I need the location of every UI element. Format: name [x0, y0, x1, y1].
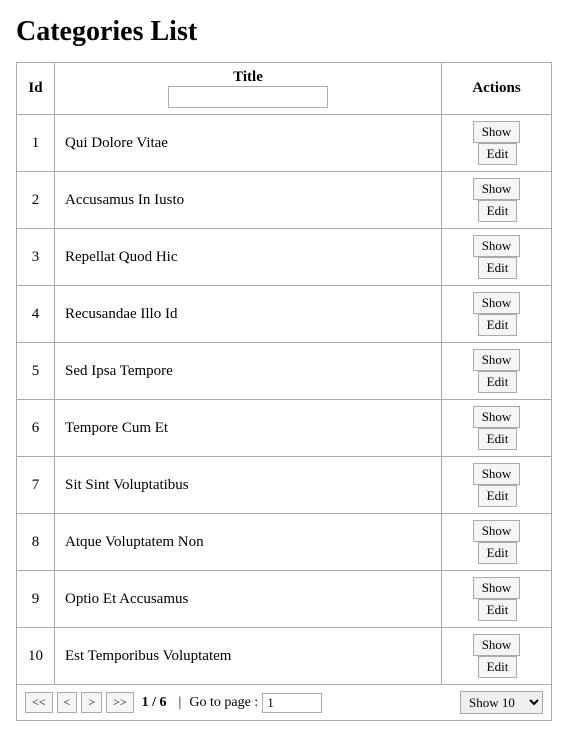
- table-row: 10Est Temporibus VoluptatemShowEdit: [17, 628, 552, 685]
- goto-label: Go to page :: [189, 695, 258, 711]
- show-button[interactable]: Show: [473, 349, 521, 371]
- cell-id: 8: [17, 514, 55, 571]
- table-row: 7Sit Sint VoluptatibusShowEdit: [17, 457, 552, 514]
- show-button[interactable]: Show: [473, 634, 521, 656]
- cell-actions: ShowEdit: [442, 400, 552, 457]
- table-row: 3Repellat Quod HicShowEdit: [17, 229, 552, 286]
- show-button[interactable]: Show: [473, 520, 521, 542]
- title-search-input[interactable]: [168, 86, 328, 108]
- cell-actions: ShowEdit: [442, 229, 552, 286]
- cell-actions: ShowEdit: [442, 286, 552, 343]
- cell-id: 1: [17, 115, 55, 172]
- show-button[interactable]: Show: [473, 121, 521, 143]
- col-header-actions: Actions: [442, 63, 552, 115]
- title-col-label: Title: [233, 69, 263, 85]
- cell-title: Repellat Quod Hic: [55, 229, 442, 286]
- cell-title: Est Temporibus Voluptatem: [55, 628, 442, 685]
- edit-button[interactable]: Edit: [478, 314, 518, 336]
- show-button[interactable]: Show: [473, 463, 521, 485]
- first-page-button[interactable]: <<: [25, 692, 53, 713]
- col-header-title: Title: [55, 63, 442, 115]
- next-page-button[interactable]: >: [81, 692, 102, 713]
- cell-title: Accusamus In Iusto: [55, 172, 442, 229]
- page-info: 1 / 6: [142, 695, 167, 711]
- edit-button[interactable]: Edit: [478, 257, 518, 279]
- edit-button[interactable]: Edit: [478, 143, 518, 165]
- prev-page-button[interactable]: <: [57, 692, 78, 713]
- edit-button[interactable]: Edit: [478, 656, 518, 678]
- cell-actions: ShowEdit: [442, 115, 552, 172]
- cell-title: Atque Voluptatem Non: [55, 514, 442, 571]
- cell-id: 9: [17, 571, 55, 628]
- edit-button[interactable]: Edit: [478, 371, 518, 393]
- cell-title: Qui Dolore Vitae: [55, 115, 442, 172]
- cell-actions: ShowEdit: [442, 457, 552, 514]
- goto-separator: |: [179, 695, 182, 711]
- table-row: 6Tempore Cum EtShowEdit: [17, 400, 552, 457]
- table-row: 1Qui Dolore VitaeShowEdit: [17, 115, 552, 172]
- edit-button[interactable]: Edit: [478, 599, 518, 621]
- categories-table: Id Title Actions 1Qui Dolore VitaeShowEd…: [16, 62, 552, 685]
- cell-id: 10: [17, 628, 55, 685]
- cell-id: 2: [17, 172, 55, 229]
- cell-actions: ShowEdit: [442, 628, 552, 685]
- show-button[interactable]: Show: [473, 406, 521, 428]
- last-page-button[interactable]: >>: [106, 692, 134, 713]
- show-per-page-select[interactable]: Show 10Show 25Show 50Show 100: [460, 691, 543, 714]
- page-title: Categories List: [16, 16, 552, 48]
- show-button[interactable]: Show: [473, 292, 521, 314]
- table-row: 2Accusamus In IustoShowEdit: [17, 172, 552, 229]
- table-row: 4Recusandae Illo IdShowEdit: [17, 286, 552, 343]
- cell-id: 6: [17, 400, 55, 457]
- cell-title: Sit Sint Voluptatibus: [55, 457, 442, 514]
- cell-actions: ShowEdit: [442, 172, 552, 229]
- cell-title: Tempore Cum Et: [55, 400, 442, 457]
- edit-button[interactable]: Edit: [478, 200, 518, 222]
- cell-actions: ShowEdit: [442, 343, 552, 400]
- cell-title: Sed Ipsa Tempore: [55, 343, 442, 400]
- show-button[interactable]: Show: [473, 178, 521, 200]
- edit-button[interactable]: Edit: [478, 428, 518, 450]
- cell-id: 3: [17, 229, 55, 286]
- goto-input[interactable]: [262, 693, 322, 713]
- cell-id: 5: [17, 343, 55, 400]
- pagination-bar: << < > >> 1 / 6 | Go to page : Show 10Sh…: [16, 685, 552, 721]
- cell-title: Recusandae Illo Id: [55, 286, 442, 343]
- cell-actions: ShowEdit: [442, 514, 552, 571]
- cell-actions: ShowEdit: [442, 571, 552, 628]
- cell-id: 7: [17, 457, 55, 514]
- cell-title: Optio Et Accusamus: [55, 571, 442, 628]
- table-row: 9Optio Et AccusamusShowEdit: [17, 571, 552, 628]
- table-row: 5Sed Ipsa TemporeShowEdit: [17, 343, 552, 400]
- show-button[interactable]: Show: [473, 577, 521, 599]
- table-row: 8Atque Voluptatem NonShowEdit: [17, 514, 552, 571]
- edit-button[interactable]: Edit: [478, 485, 518, 507]
- show-button[interactable]: Show: [473, 235, 521, 257]
- cell-id: 4: [17, 286, 55, 343]
- col-header-id: Id: [17, 63, 55, 115]
- edit-button[interactable]: Edit: [478, 542, 518, 564]
